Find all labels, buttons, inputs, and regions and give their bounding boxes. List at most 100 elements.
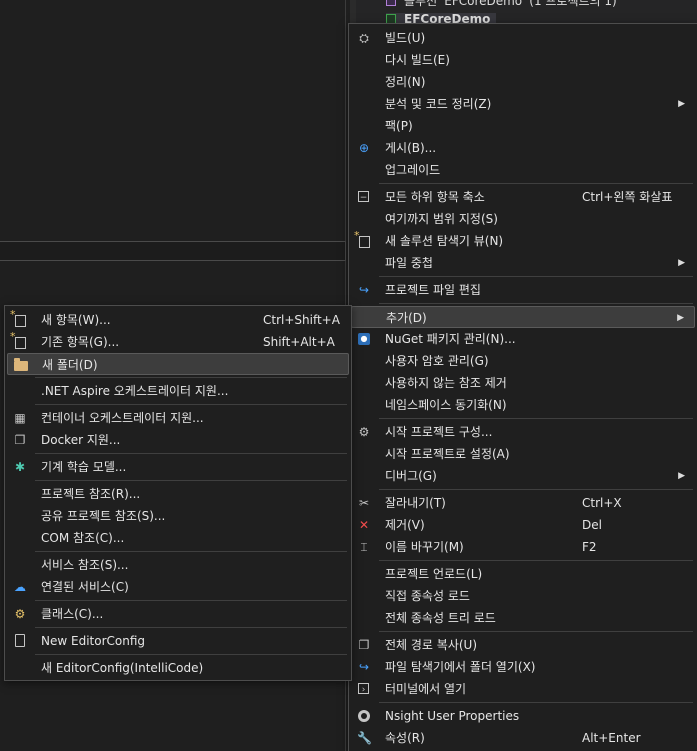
menu-item-label: 잘라내기(T) (385, 496, 446, 510)
menu-item-label: 사용자 암호 관리(G) (385, 354, 489, 368)
menu-item-remove-unused-refs[interactable]: 사용하지 않는 참조 제거 (351, 372, 695, 394)
submenu-item-aspire-support[interactable]: .NET Aspire 오케스트레이터 지원... (7, 380, 349, 402)
menu-item-label: 빌드(U) (385, 31, 426, 45)
menu-item-label: 터미널에서 열기 (385, 682, 467, 696)
menu-item-label: 시작 프로젝트 구성... (385, 425, 493, 439)
menu-item-label: Nsight User Properties (385, 709, 520, 723)
menu-item-sync-namespaces[interactable]: 네임스페이스 동기화(N) (351, 394, 695, 416)
submenu-item-connected-service[interactable]: ☁ 연결된 서비스(C) (7, 576, 349, 598)
menu-item-remove[interactable]: ✕ 제거(V) Del (351, 514, 695, 536)
tree-row-solution[interactable]: 솔루션 'EFCoreDemo' (1 프로젝트의 1) (386, 0, 617, 8)
menu-item-label: 전체 종속성 트리 로드 (385, 611, 496, 625)
menu-item-label: 프로젝트 참조(R)... (41, 487, 141, 501)
menu-item-nsight-properties[interactable]: Nsight User Properties (351, 705, 695, 727)
menu-item-add[interactable]: 추가(D) ▶ (351, 306, 695, 328)
submenu-arrow-icon: ▶ (677, 313, 684, 323)
submenu-item-new-item[interactable]: 새 항목(W)... Ctrl+Shift+A (7, 308, 349, 331)
submenu-item-shared-project-reference[interactable]: 공유 프로젝트 참조(S)... (7, 505, 349, 527)
submenu-item-new-folder[interactable]: 새 폴더(D) (7, 353, 349, 375)
menu-item-label: 여기까지 범위 지정(S) (385, 212, 498, 226)
submenu-item-container-orchestrator[interactable]: ▦ 컨테이너 오케스트레이터 지원... (7, 407, 349, 429)
editor-input-strip[interactable] (0, 241, 346, 261)
menu-item-edit-project-file[interactable]: ↪ 프로젝트 파일 편집 (351, 279, 695, 301)
menu-item-label: New EditorConfig (41, 634, 146, 648)
menu-item-scope-to-this[interactable]: 여기까지 범위 지정(S) (351, 208, 695, 230)
menu-separator (379, 418, 693, 419)
existing-item-icon (10, 330, 26, 349)
copy-icon: ❐ (358, 638, 370, 652)
menu-item-configure-startup[interactable]: ⚙ 시작 프로젝트 구성... (351, 421, 695, 443)
rename-icon: ⌶ (360, 540, 368, 554)
menu-separator (35, 404, 347, 405)
edit-project-icon: ↪ (358, 283, 370, 297)
class-icon: ⚙ (14, 607, 26, 621)
menu-item-unload-project[interactable]: 프로젝트 언로드(L) (351, 563, 695, 585)
menu-item-pack[interactable]: 팩(P) (351, 115, 695, 137)
menu-item-user-secrets[interactable]: 사용자 암호 관리(G) (351, 350, 695, 372)
menu-item-label: COM 참조(C)... (41, 531, 125, 545)
menu-item-shortcut: Ctrl+왼쪽 화살표 (582, 190, 673, 204)
menu-separator (379, 276, 693, 277)
submenu-item-class[interactable]: ⚙ 클래스(C)... (7, 603, 349, 625)
submenu-item-com-reference[interactable]: COM 참조(C)... (7, 527, 349, 549)
menu-item-open-in-terminal[interactable]: › 터미널에서 열기 (351, 678, 695, 700)
menu-item-shortcut: Ctrl+Shift+A (263, 313, 340, 327)
menu-separator (35, 627, 347, 628)
submenu-arrow-icon: ▶ (678, 471, 685, 481)
build-icon: ⛭ (359, 31, 369, 45)
globe-icon: ⊕ (358, 141, 370, 155)
menu-item-shortcut: Alt+Enter (582, 731, 641, 745)
menu-item-label: NuGet 패키지 관리(N)... (385, 332, 516, 346)
menu-item-shortcut: Del (582, 518, 602, 532)
menu-item-upgrade[interactable]: 업그레이드 (351, 159, 695, 181)
submenu-item-project-reference[interactable]: 프로젝트 참조(R)... (7, 483, 349, 505)
menu-item-label: 클래스(C)... (41, 607, 104, 621)
menu-item-label: 서비스 참조(S)... (41, 558, 129, 572)
close-icon: ✕ (358, 518, 370, 532)
submenu-arrow-icon: ▶ (678, 258, 685, 268)
submenu-item-docker-support[interactable]: ❐ Docker 지원... (7, 429, 349, 451)
menu-item-label: 프로젝트 언로드(L) (385, 567, 483, 581)
menu-item-label: 연결된 서비스(C) (41, 580, 129, 594)
menu-item-label: 직접 종속성 로드 (385, 589, 470, 603)
menu-item-label: 디버그(G) (385, 469, 437, 483)
menu-separator (379, 183, 693, 184)
terminal-icon: › (358, 683, 369, 695)
menu-item-clean[interactable]: 정리(N) (351, 71, 695, 93)
menu-item-publish[interactable]: ⊕ 게시(B)... (351, 137, 695, 159)
menu-item-cut[interactable]: ✂ 잘라내기(T) Ctrl+X (351, 492, 695, 514)
menu-item-rename[interactable]: ⌶ 이름 바꾸기(M) F2 (351, 536, 695, 558)
submenu-item-new-editorconfig[interactable]: New EditorConfig (7, 630, 349, 652)
submenu-arrow-icon: ▶ (678, 99, 685, 109)
menu-separator (35, 453, 347, 454)
menu-item-shortcut: Shift+Alt+A (263, 335, 335, 349)
add-submenu: 새 항목(W)... Ctrl+Shift+A 기존 항목(G)... Shif… (4, 305, 352, 681)
menu-item-open-in-explorer[interactable]: ↪ 파일 탐색기에서 폴더 열기(X) (351, 656, 695, 678)
menu-item-label: 추가(D) (386, 311, 427, 325)
menu-item-manage-nuget[interactable]: ● NuGet 패키지 관리(N)... (351, 328, 695, 350)
menu-item-label: 기존 항목(G)... (41, 335, 120, 349)
menu-item-file-nesting[interactable]: 파일 중첩 ▶ (351, 252, 695, 274)
collapse-icon: − (358, 191, 369, 203)
nsight-icon (358, 710, 370, 722)
menu-item-new-explorer-view[interactable]: 새 솔루션 탐색기 뷰(N) (351, 229, 695, 252)
menu-item-set-startup[interactable]: 시작 프로젝트로 설정(A) (351, 443, 695, 465)
menu-item-rebuild[interactable]: 다시 빌드(E) (351, 49, 695, 71)
menu-item-build[interactable]: ⛭ 빌드(U) (351, 27, 695, 49)
menu-item-analyze[interactable]: 분석 및 코드 정리(Z) ▶ (351, 93, 695, 115)
submenu-item-new-editorconfig-intellicode[interactable]: 새 EditorConfig(IntelliCode) (7, 657, 349, 679)
menu-item-label: 새 항목(W)... (41, 313, 111, 327)
menu-separator (379, 702, 693, 703)
menu-item-copy-full-path[interactable]: ❐ 전체 경로 복사(U) (351, 634, 695, 656)
menu-item-load-full-deps[interactable]: 전체 종속성 트리 로드 (351, 607, 695, 629)
menu-item-label: 속성(R) (385, 731, 425, 745)
menu-item-load-direct-deps[interactable]: 직접 종속성 로드 (351, 585, 695, 607)
submenu-item-existing-item[interactable]: 기존 항목(G)... Shift+Alt+A (7, 330, 349, 353)
submenu-item-ml-model[interactable]: ✱ 기계 학습 모델... (7, 456, 349, 478)
menu-item-label: 정리(N) (385, 75, 426, 89)
scissors-icon: ✂ (358, 496, 370, 510)
menu-item-debug[interactable]: 디버그(G) ▶ (351, 465, 695, 487)
submenu-item-service-reference[interactable]: 서비스 참조(S)... (7, 554, 349, 576)
menu-item-properties[interactable]: 🔧 속성(R) Alt+Enter (351, 727, 695, 749)
menu-item-collapse-all[interactable]: − 모든 하위 항목 축소 Ctrl+왼쪽 화살표 (351, 186, 695, 208)
